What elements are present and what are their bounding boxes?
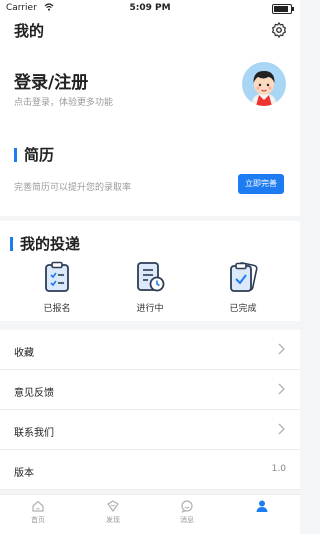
profile-icon <box>256 500 268 512</box>
delivery-item-registered[interactable]: 已报名 <box>27 261 87 314</box>
delivery-label: 已报名 <box>43 304 71 314</box>
tab-profile[interactable] <box>237 499 287 515</box>
login-register-link[interactable]: 登录/注册 <box>14 68 88 93</box>
section-accent-bar <box>14 148 17 162</box>
resume-title: 简历 <box>24 146 55 164</box>
resume-subtitle: 完善简历可以提升您的录取率 <box>14 183 132 193</box>
settings-menu: 收藏 意见反馈 联系我们 版本 1.0 <box>0 330 300 490</box>
menu-item-label: 收藏 <box>14 348 34 359</box>
delivery-item-in-progress[interactable]: 进行中 <box>120 261 180 314</box>
tab-label: 发现 <box>106 516 120 524</box>
deliveries-section-title: 我的投递 <box>10 233 80 254</box>
tab-label: 首页 <box>31 516 45 524</box>
delivery-label: 进行中 <box>136 304 164 314</box>
deliveries-section: 我的投递 已报名 进行中 已完成 <box>0 221 300 321</box>
menu-item-favorites[interactable]: 收藏 <box>0 330 300 370</box>
delivery-label: 已完成 <box>229 304 257 314</box>
menu-item-version: 版本 1.0 <box>0 450 300 490</box>
profile-header: 我的 登录/注册 点击登录，体验更多功能 简历 完善简历可以提升您的录取率 立即… <box>0 16 300 216</box>
chevron-right-icon <box>278 423 285 435</box>
page-title: 我的 <box>14 22 45 40</box>
tab-discover[interactable]: 发现 <box>88 499 138 525</box>
avatar[interactable] <box>242 62 286 106</box>
delivery-item-completed[interactable]: 已完成 <box>213 261 273 314</box>
clipboard-list-icon <box>45 261 69 292</box>
tab-home[interactable]: 首页 <box>13 499 63 525</box>
tab-messages[interactable]: 消息 <box>162 499 212 525</box>
gear-icon[interactable] <box>270 21 288 39</box>
battery-icon <box>272 4 294 14</box>
menu-item-label: 版本 <box>14 468 34 479</box>
clock-document-icon <box>137 262 165 292</box>
chevron-right-icon <box>278 343 285 355</box>
menu-item-feedback[interactable]: 意见反馈 <box>0 370 300 410</box>
resume-section-title: 简历 <box>14 144 54 165</box>
deliveries-title: 我的投递 <box>20 235 81 253</box>
section-accent-bar <box>10 237 13 251</box>
discover-icon <box>107 500 119 512</box>
complete-resume-button[interactable]: 立即完善 <box>238 174 284 194</box>
status-time: 5:09 PM <box>129 3 171 13</box>
menu-item-label: 联系我们 <box>14 428 54 439</box>
menu-item-contact[interactable]: 联系我们 <box>0 410 300 450</box>
version-value: 1.0 <box>271 464 286 474</box>
tab-label: 消息 <box>180 516 194 524</box>
tab-bar: 首页 发现 消息 <box>0 494 300 534</box>
message-icon <box>181 500 193 513</box>
chevron-right-icon <box>278 383 285 395</box>
menu-item-label: 意见反馈 <box>14 388 54 399</box>
home-icon <box>32 500 44 512</box>
status-bar: Carrier 5:09 PM <box>0 0 300 16</box>
login-subtitle: 点击登录，体验更多功能 <box>14 98 114 108</box>
checked-clipboard-icon <box>230 262 258 292</box>
